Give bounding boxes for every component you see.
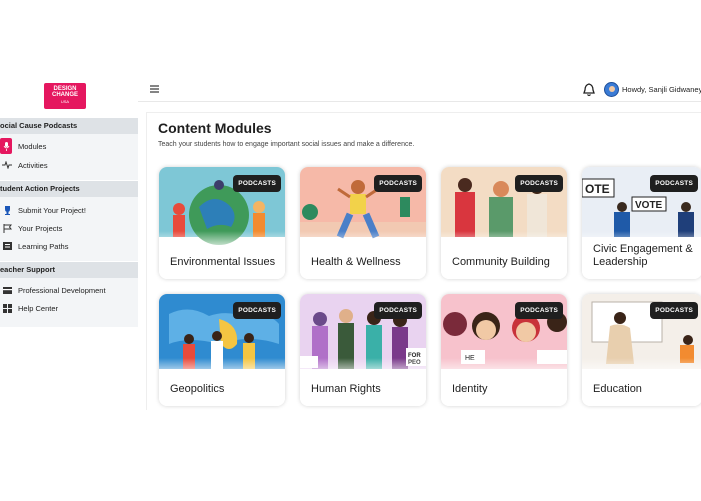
- hamburger-icon[interactable]: [150, 85, 159, 96]
- module-card-community-building[interactable]: PODCASTS Community Building: [441, 167, 567, 279]
- podcasts-badge: PODCASTS: [233, 175, 281, 192]
- sidebar-item-professional-development[interactable]: Professional Development: [0, 281, 138, 299]
- section-student-action-projects: tudent Action Projects: [0, 181, 138, 197]
- card-label-backdrop: [300, 358, 426, 406]
- content-panel: Content Modules Teach your students how …: [146, 112, 701, 410]
- mic-icon: [0, 138, 12, 154]
- sidebar-item-label: Your Projects: [18, 223, 63, 233]
- section-social-cause-podcasts: ocial Cause Podcasts: [0, 118, 138, 134]
- top-bar: Howdy, Sanjli Gidwaney: [138, 80, 701, 102]
- sidebar-item-help-center[interactable]: Help Center: [0, 299, 138, 317]
- sidebar-item-label: Modules: [18, 141, 47, 151]
- card-label-backdrop: [159, 231, 285, 279]
- podcasts-badge: PODCASTS: [233, 302, 281, 319]
- list-icon: [2, 241, 12, 251]
- podcasts-badge: PODCASTS: [650, 175, 698, 192]
- module-card-education[interactable]: PODCASTS Education: [582, 294, 701, 406]
- card-label-backdrop: [582, 358, 701, 406]
- sidebar-item-label: Help Center: [18, 303, 59, 313]
- sidebar-item-submit-project[interactable]: Submit Your Project!: [0, 201, 138, 219]
- user-greeting[interactable]: Howdy, Sanjli Gidwaney: [622, 85, 701, 94]
- sidebar-item-modules[interactable]: Modules: [0, 137, 138, 155]
- module-card-geopolitics[interactable]: PODCASTS Geopolitics: [159, 294, 285, 406]
- grid-icon: [2, 303, 12, 313]
- podcasts-badge: PODCASTS: [515, 302, 563, 319]
- card-title: Community Building: [452, 256, 550, 268]
- page-subtitle: Teach your students how to engage import…: [158, 141, 415, 148]
- svg-text:VOTE: VOTE: [635, 200, 663, 211]
- flag-icon: [2, 223, 12, 233]
- card-title: Environmental Issues: [170, 256, 276, 268]
- logo-line-3: USA: [60, 99, 70, 104]
- module-card-environmental-issues[interactable]: PODCASTS Environmental Issues: [159, 167, 285, 279]
- card-title: Identity: [452, 383, 488, 395]
- card-title: Education: [593, 383, 642, 395]
- activity-icon: [2, 160, 12, 170]
- card-label-backdrop: [159, 358, 285, 406]
- card-label-backdrop: [300, 231, 426, 279]
- module-card-health-wellness[interactable]: PODCASTS Health & Wellness: [300, 167, 426, 279]
- sidebar-item-activities[interactable]: Activities: [0, 156, 138, 174]
- podcasts-badge: PODCASTS: [650, 302, 698, 319]
- card-label-backdrop: [441, 231, 567, 279]
- sidebar-item-label: Activities: [18, 160, 48, 170]
- podcasts-badge: PODCASTS: [374, 175, 422, 192]
- logo-line-2: CHANGE: [51, 92, 78, 98]
- card-title: Geopolitics: [170, 383, 225, 395]
- podcasts-badge: PODCASTS: [374, 302, 422, 319]
- sidebar-item-label: Submit Your Project!: [18, 205, 86, 215]
- sidebar: DESIGN CHANGE USA ocial Cause Podcasts M…: [0, 80, 138, 327]
- page-title: Content Modules: [158, 120, 272, 136]
- section-teacher-support: eacher Support: [0, 262, 138, 278]
- module-card-civic-engagement[interactable]: OTE VOTE PODCASTS Civic Engagement & Lea…: [582, 167, 701, 279]
- svg-text:OTE: OTE: [585, 182, 610, 196]
- card-title: Health & Wellness: [311, 256, 401, 268]
- podcasts-badge: PODCASTS: [515, 175, 563, 192]
- sidebar-item-label: Professional Development: [18, 285, 106, 295]
- avatar[interactable]: [604, 82, 619, 97]
- card-label-backdrop: [441, 358, 567, 406]
- trophy-icon: [2, 205, 12, 215]
- module-card-identity[interactable]: HE PODCASTS Identity: [441, 294, 567, 406]
- sidebar-item-your-projects[interactable]: Your Projects: [0, 219, 138, 237]
- bell-icon[interactable]: [583, 83, 595, 97]
- design-for-change-logo[interactable]: DESIGN CHANGE USA: [44, 83, 86, 109]
- sidebar-item-label: Learning Paths: [18, 241, 69, 251]
- sidebar-item-learning-paths[interactable]: Learning Paths: [0, 237, 138, 255]
- card-icon: [2, 285, 12, 295]
- card-title: Civic Engagement & Leadership: [593, 243, 693, 268]
- module-card-human-rights[interactable]: FOR PEO PODCASTS Human Rights: [300, 294, 426, 406]
- card-title: Human Rights: [311, 383, 381, 395]
